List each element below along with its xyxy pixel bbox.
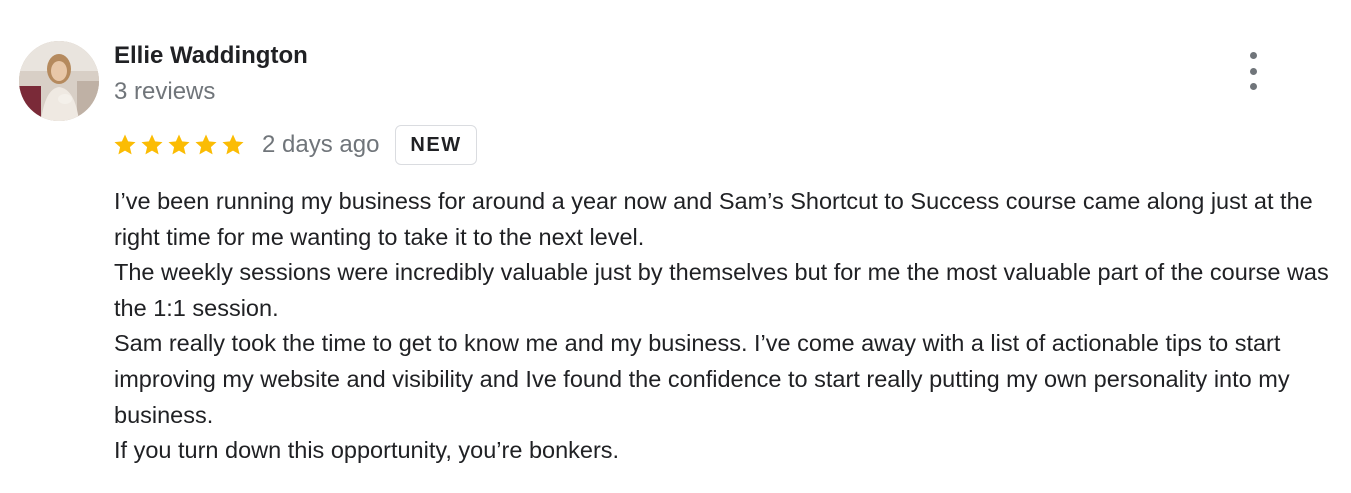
star-rating [113, 124, 248, 166]
review-card: Ellie Waddington 3 reviews 2 days ago NE… [0, 0, 1351, 493]
review-paragraph: The weekly sessions were incredibly valu… [114, 259, 1329, 321]
more-vert-icon [1249, 52, 1257, 59]
review-count[interactable]: 3 reviews [114, 78, 215, 106]
reviewer-name[interactable]: Ellie Waddington [114, 42, 308, 70]
more-vert-icon-dot [1249, 67, 1257, 75]
star-icon [141, 134, 163, 155]
review-paragraph: Sam really took the time to get to know … [114, 330, 1290, 428]
new-badge: NEW [395, 125, 477, 165]
star-icon [168, 134, 190, 155]
star-icon [114, 134, 136, 155]
review-date: 2 days ago [262, 131, 380, 158]
review-text: I’ve been running my business for around… [114, 184, 1339, 469]
avatar[interactable] [19, 41, 99, 121]
more-options-button[interactable] [1238, 52, 1268, 90]
review-paragraph: I’ve been running my business for around… [114, 188, 1313, 250]
avatar-photo [19, 41, 99, 121]
rating-row: 2 days ago NEW [113, 124, 477, 166]
more-vert-icon-dot [1249, 83, 1257, 90]
review-paragraph: If you turn down this opportunity, you’r… [114, 437, 620, 464]
star-icon [222, 134, 244, 155]
star-icon [195, 134, 217, 155]
